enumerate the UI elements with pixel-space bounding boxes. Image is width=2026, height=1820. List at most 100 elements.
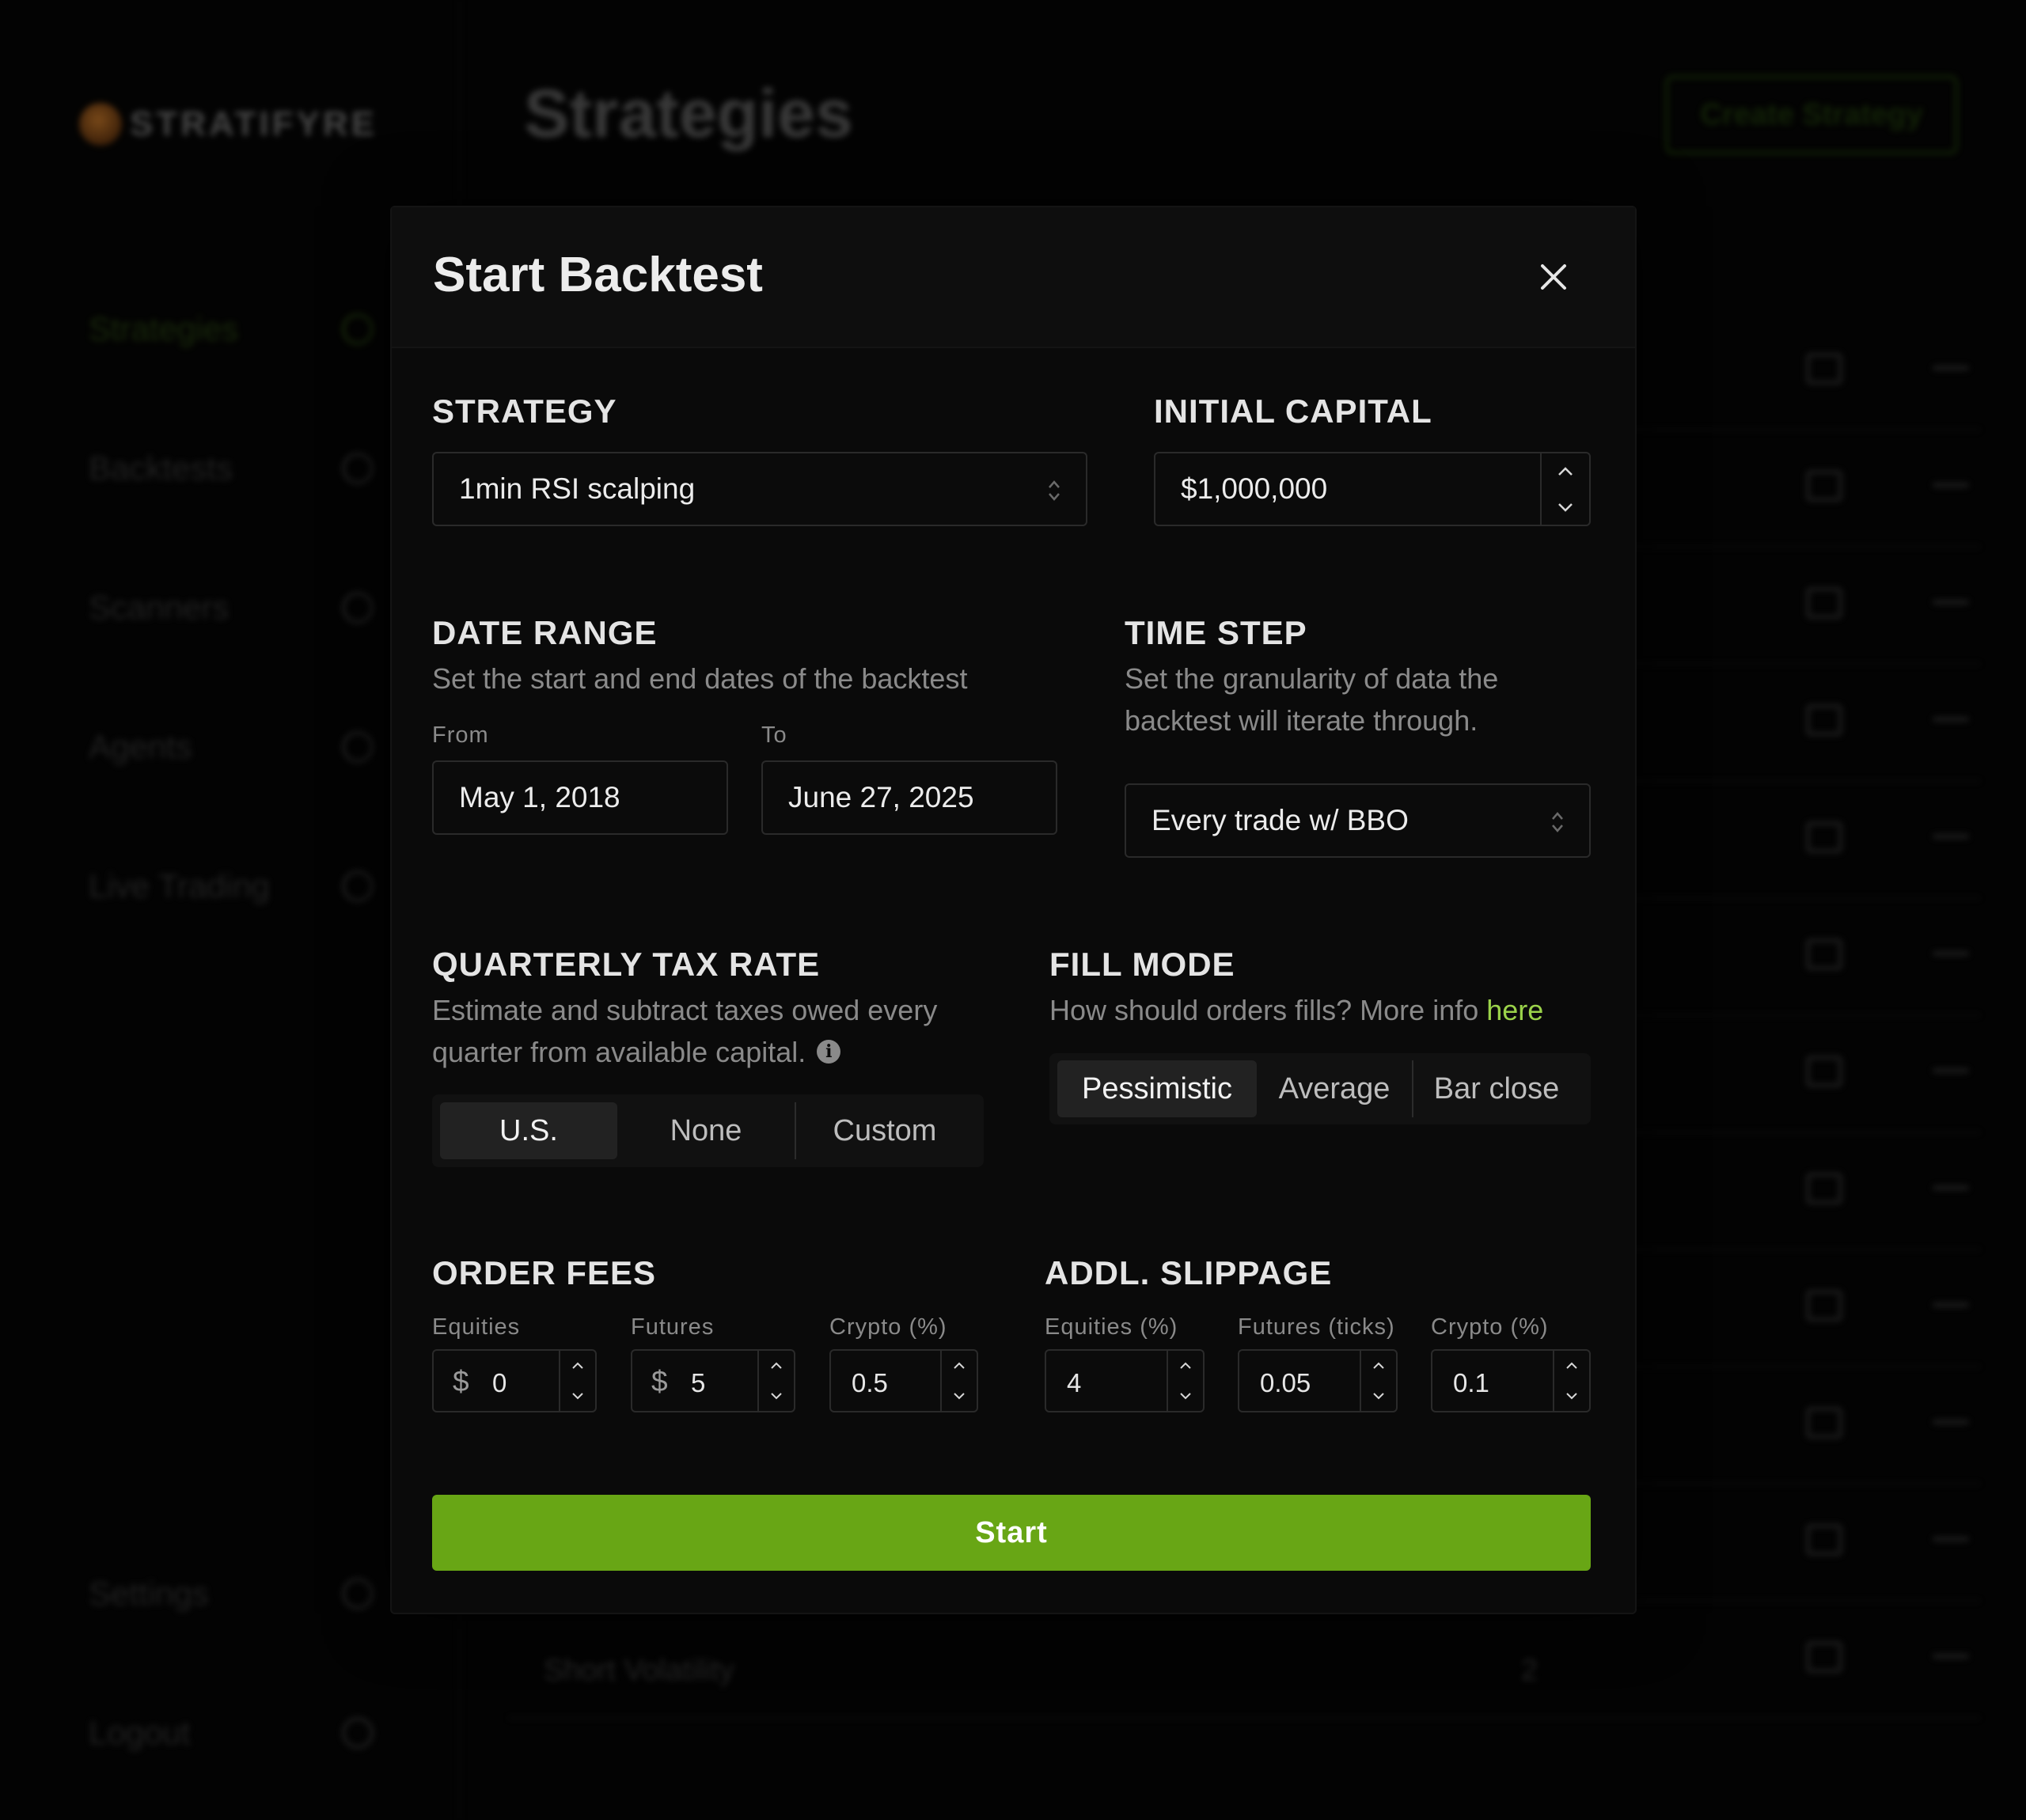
fees-futures-stepper	[757, 1351, 794, 1411]
backtest-icon[interactable]	[1806, 1290, 1842, 1321]
tax-rate-description-line2: quarter from available capital. i	[432, 1031, 841, 1073]
sidebar-item-scanners[interactable]: Scanners	[89, 584, 374, 631]
fees-futures-value: 5	[691, 1368, 706, 1397]
more-icon[interactable]	[1933, 1185, 1969, 1190]
more-info-link[interactable]: here	[1486, 994, 1543, 1026]
chevron-down-icon	[954, 1393, 965, 1400]
strategy-select[interactable]: 1min RSI scalping	[432, 452, 1087, 526]
more-icon[interactable]	[1933, 1654, 1969, 1659]
sidebar-item-settings[interactable]: Settings	[89, 1570, 374, 1617]
strategies-icon	[342, 313, 374, 345]
decrement-button[interactable]	[1542, 489, 1589, 525]
tax-option-custom[interactable]: Custom	[796, 1102, 973, 1159]
time-step-description-line2: backtest will iterate through.	[1125, 704, 1478, 737]
fill-option-bar-close[interactable]: Bar close	[1413, 1060, 1580, 1117]
more-icon[interactable]	[1933, 366, 1969, 370]
fees-equities-input[interactable]: $ 0	[432, 1349, 597, 1412]
sidebar-item-label: Backtests	[89, 449, 233, 487]
backtest-icon[interactable]	[1806, 1524, 1842, 1556]
sidebar-item-label: Strategies	[89, 310, 239, 347]
sidebar-item-agents[interactable]: Agents	[89, 723, 374, 771]
fees-futures-label: Futures	[631, 1314, 715, 1340]
more-icon[interactable]	[1933, 1420, 1969, 1424]
sidebar-item-label: Agents	[89, 728, 192, 765]
more-icon[interactable]	[1933, 717, 1969, 722]
close-button[interactable]	[1531, 255, 1576, 299]
more-icon[interactable]	[1933, 600, 1969, 605]
backtest-icon[interactable]	[1806, 587, 1842, 619]
increment-button[interactable]	[759, 1351, 794, 1381]
logo: STRATIFYRE	[79, 103, 378, 146]
slippage-futures-stepper	[1360, 1351, 1396, 1411]
increment-button[interactable]	[1361, 1351, 1396, 1381]
decrement-button[interactable]	[1168, 1381, 1203, 1411]
order-fees-label: ORDER FEES	[432, 1254, 657, 1291]
sidebar-item-label: Live Trading	[89, 867, 270, 904]
decrement-button[interactable]	[1361, 1381, 1396, 1411]
fill-option-average[interactable]: Average	[1257, 1060, 1412, 1117]
chevron-up-icon	[1566, 1362, 1577, 1369]
start-button[interactable]: Start	[432, 1495, 1591, 1571]
increment-button[interactable]	[1168, 1351, 1203, 1381]
initial-capital-label: INITIAL CAPITAL	[1154, 392, 1432, 430]
tax-option-none[interactable]: None	[617, 1102, 795, 1159]
slippage-equities-label: Equities (%)	[1045, 1314, 1178, 1340]
backtest-icon[interactable]	[1806, 821, 1842, 853]
create-strategy-button[interactable]: Create Strategy	[1665, 75, 1958, 154]
slippage-equities-input[interactable]: 4	[1045, 1349, 1205, 1412]
backtest-icon[interactable]	[1806, 1173, 1842, 1204]
more-icon[interactable]	[1933, 834, 1969, 839]
date-range-description: Set the start and end dates of the backt…	[432, 662, 968, 695]
sidebar-item-backtests[interactable]: Backtests	[89, 445, 374, 492]
backtest-icon[interactable]	[1806, 938, 1842, 970]
close-icon[interactable]	[1531, 255, 1576, 299]
chevron-up-icon	[1373, 1362, 1384, 1369]
more-icon[interactable]	[1933, 1537, 1969, 1541]
backtest-icon[interactable]	[1806, 1641, 1842, 1673]
chevron-up-icon	[572, 1362, 583, 1369]
more-icon[interactable]	[1933, 951, 1969, 956]
more-icon[interactable]	[1933, 483, 1969, 487]
fill-mode-segmented-control: Pessimistic Average Bar close	[1049, 1053, 1591, 1124]
strategy-name[interactable]: Short Volatility	[544, 1654, 734, 1688]
decrement-button[interactable]	[759, 1381, 794, 1411]
fees-crypto-label: Crypto (%)	[829, 1314, 947, 1340]
increment-button[interactable]	[560, 1351, 595, 1381]
to-date-input[interactable]: June 27, 2025	[761, 760, 1057, 835]
backtest-icon[interactable]	[1806, 353, 1842, 385]
chevron-down-icon	[572, 1393, 583, 1400]
info-icon[interactable]: i	[817, 1040, 841, 1064]
backtest-icon[interactable]	[1806, 1056, 1842, 1087]
slippage-crypto-input[interactable]: 0.1	[1431, 1349, 1591, 1412]
fill-mode-label: FILL MODE	[1049, 946, 1235, 983]
modal-title: Start Backtest	[433, 248, 763, 302]
decrement-button[interactable]	[560, 1381, 595, 1411]
fees-crypto-input[interactable]: 0.5	[829, 1349, 978, 1412]
initial-capital-input[interactable]: $1,000,000	[1154, 452, 1591, 526]
decrement-button[interactable]	[1554, 1381, 1589, 1411]
more-icon[interactable]	[1933, 1302, 1969, 1307]
increment-button[interactable]	[1554, 1351, 1589, 1381]
sidebar-item-live-trading[interactable]: Live Trading	[89, 863, 374, 910]
initial-capital-value: $1,000,000	[1181, 472, 1328, 505]
more-icon[interactable]	[1933, 1068, 1969, 1073]
decrement-button[interactable]	[942, 1381, 977, 1411]
fill-mode-description-text: How should orders fills? More info	[1049, 994, 1479, 1026]
logout-icon	[342, 1717, 374, 1749]
fees-futures-input[interactable]: $ 5	[631, 1349, 795, 1412]
date-range-label: DATE RANGE	[432, 614, 658, 651]
sidebar-item-strategies[interactable]: Strategies	[89, 305, 374, 353]
chevron-down-icon	[1566, 1393, 1577, 1400]
increment-button[interactable]	[942, 1351, 977, 1381]
fill-option-pessimistic[interactable]: Pessimistic	[1057, 1060, 1257, 1117]
backtest-icon[interactable]	[1806, 1407, 1842, 1439]
time-step-select[interactable]: Every trade w/ BBO	[1125, 783, 1591, 858]
increment-button[interactable]	[1542, 453, 1589, 489]
page-title: Strategies	[524, 76, 853, 152]
from-date-input[interactable]: May 1, 2018	[432, 760, 728, 835]
slippage-futures-input[interactable]: 0.05	[1238, 1349, 1398, 1412]
tax-option-us[interactable]: U.S.	[440, 1102, 617, 1159]
backtest-icon[interactable]	[1806, 704, 1842, 736]
backtest-icon[interactable]	[1806, 470, 1842, 502]
sidebar-item-logout[interactable]: Logout	[89, 1709, 374, 1757]
